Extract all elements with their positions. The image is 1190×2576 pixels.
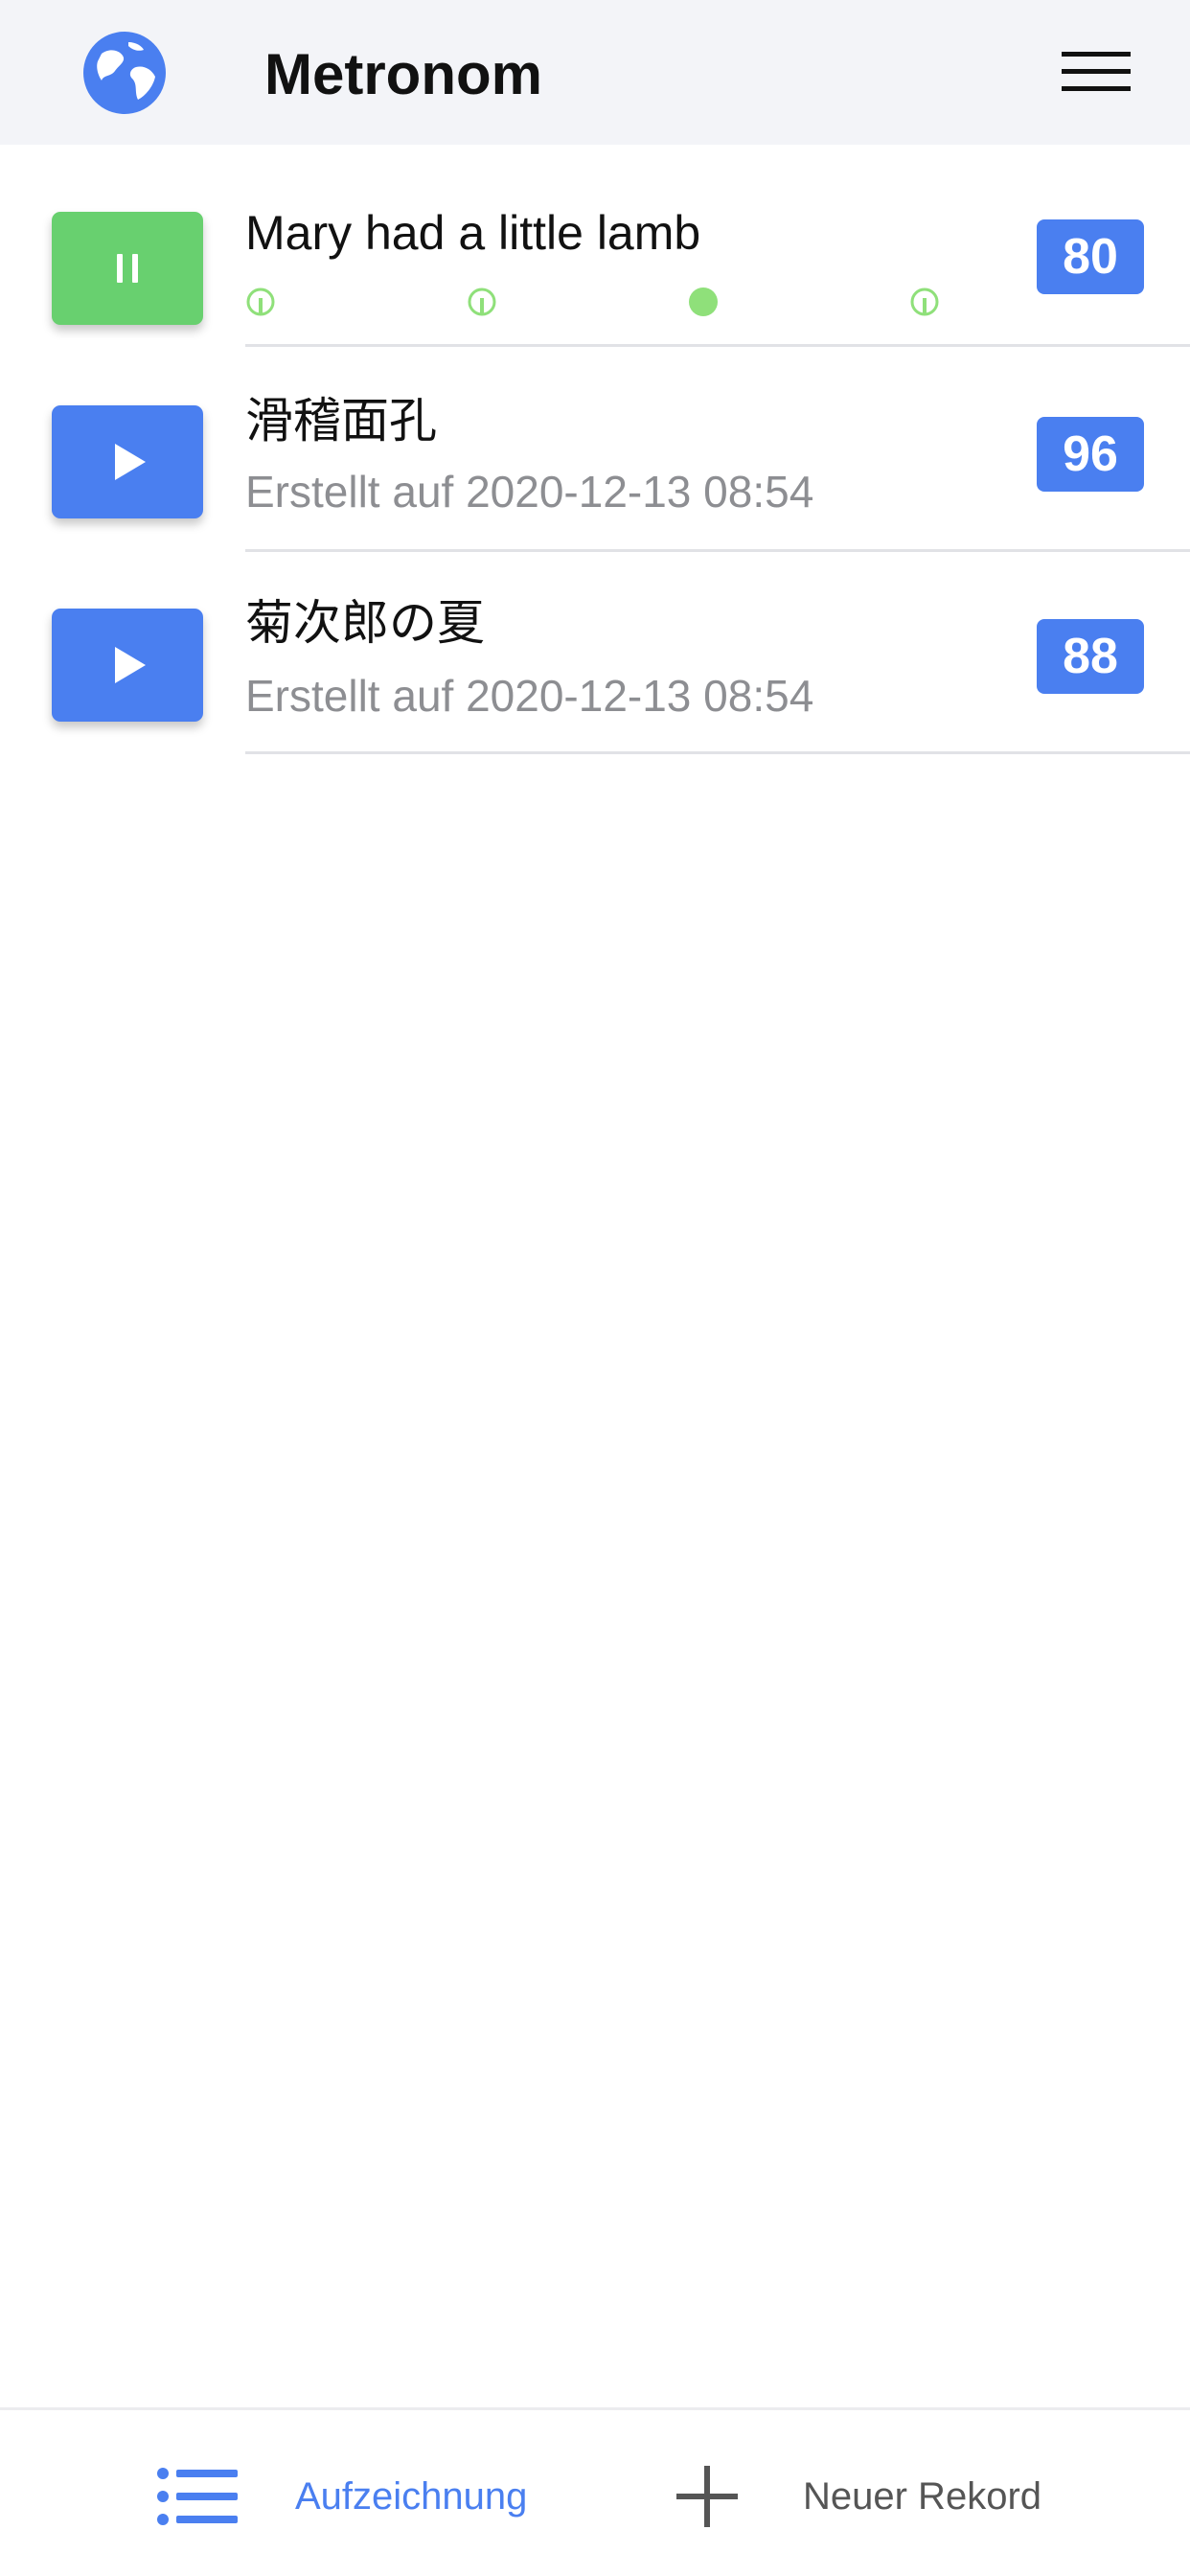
hamburger-menu-icon[interactable] — [1062, 50, 1131, 94]
play-button[interactable] — [52, 609, 203, 722]
menu-line — [1062, 52, 1131, 57]
list-item[interactable]: Mary had a little lamb 80 — [0, 145, 1190, 347]
list-icon — [157, 2468, 238, 2525]
record-created-date: Erstellt auf 2020-12-13 08:54 — [245, 671, 814, 721]
record-title: Mary had a little lamb — [245, 206, 701, 260]
record-title: 菊次郎の夏 — [245, 596, 485, 650]
tab-records-label: Aufzeichnung — [295, 2475, 528, 2518]
globe-icon[interactable] — [80, 29, 169, 117]
pause-button[interactable] — [52, 212, 203, 325]
menu-line — [1062, 86, 1131, 91]
divider — [245, 344, 1190, 347]
beat-dot — [246, 288, 275, 316]
bottom-tab-bar: Aufzeichnung Neuer Rekord — [0, 2407, 1190, 2576]
play-icon — [115, 647, 146, 683]
tab-new-record-label: Neuer Rekord — [803, 2475, 1042, 2518]
play-icon — [115, 444, 146, 480]
header-bar: Metronom — [0, 0, 1190, 145]
app-screen: Metronom Mary had a little lamb 80 滑稽面孔 … — [0, 0, 1190, 2576]
page-title: Metronom — [264, 42, 542, 106]
bpm-badge[interactable]: 96 — [1037, 417, 1144, 492]
play-button[interactable] — [52, 405, 203, 518]
bpm-badge[interactable]: 88 — [1037, 619, 1144, 694]
list-item[interactable]: 菊次郎の夏 Erstellt auf 2020-12-13 08:54 88 — [0, 552, 1190, 754]
record-title: 滑稽面孔 — [245, 394, 437, 448]
plus-icon — [676, 2466, 738, 2527]
record-created-date: Erstellt auf 2020-12-13 08:54 — [245, 467, 814, 517]
list-item[interactable]: 滑稽面孔 Erstellt auf 2020-12-13 08:54 96 — [0, 350, 1190, 552]
divider — [245, 751, 1190, 754]
beat-dot — [910, 288, 939, 316]
menu-line — [1062, 69, 1131, 74]
beat-dot-active — [689, 288, 718, 316]
beat-dot — [468, 288, 496, 316]
bpm-badge[interactable]: 80 — [1037, 219, 1144, 294]
pause-icon — [117, 254, 138, 283]
